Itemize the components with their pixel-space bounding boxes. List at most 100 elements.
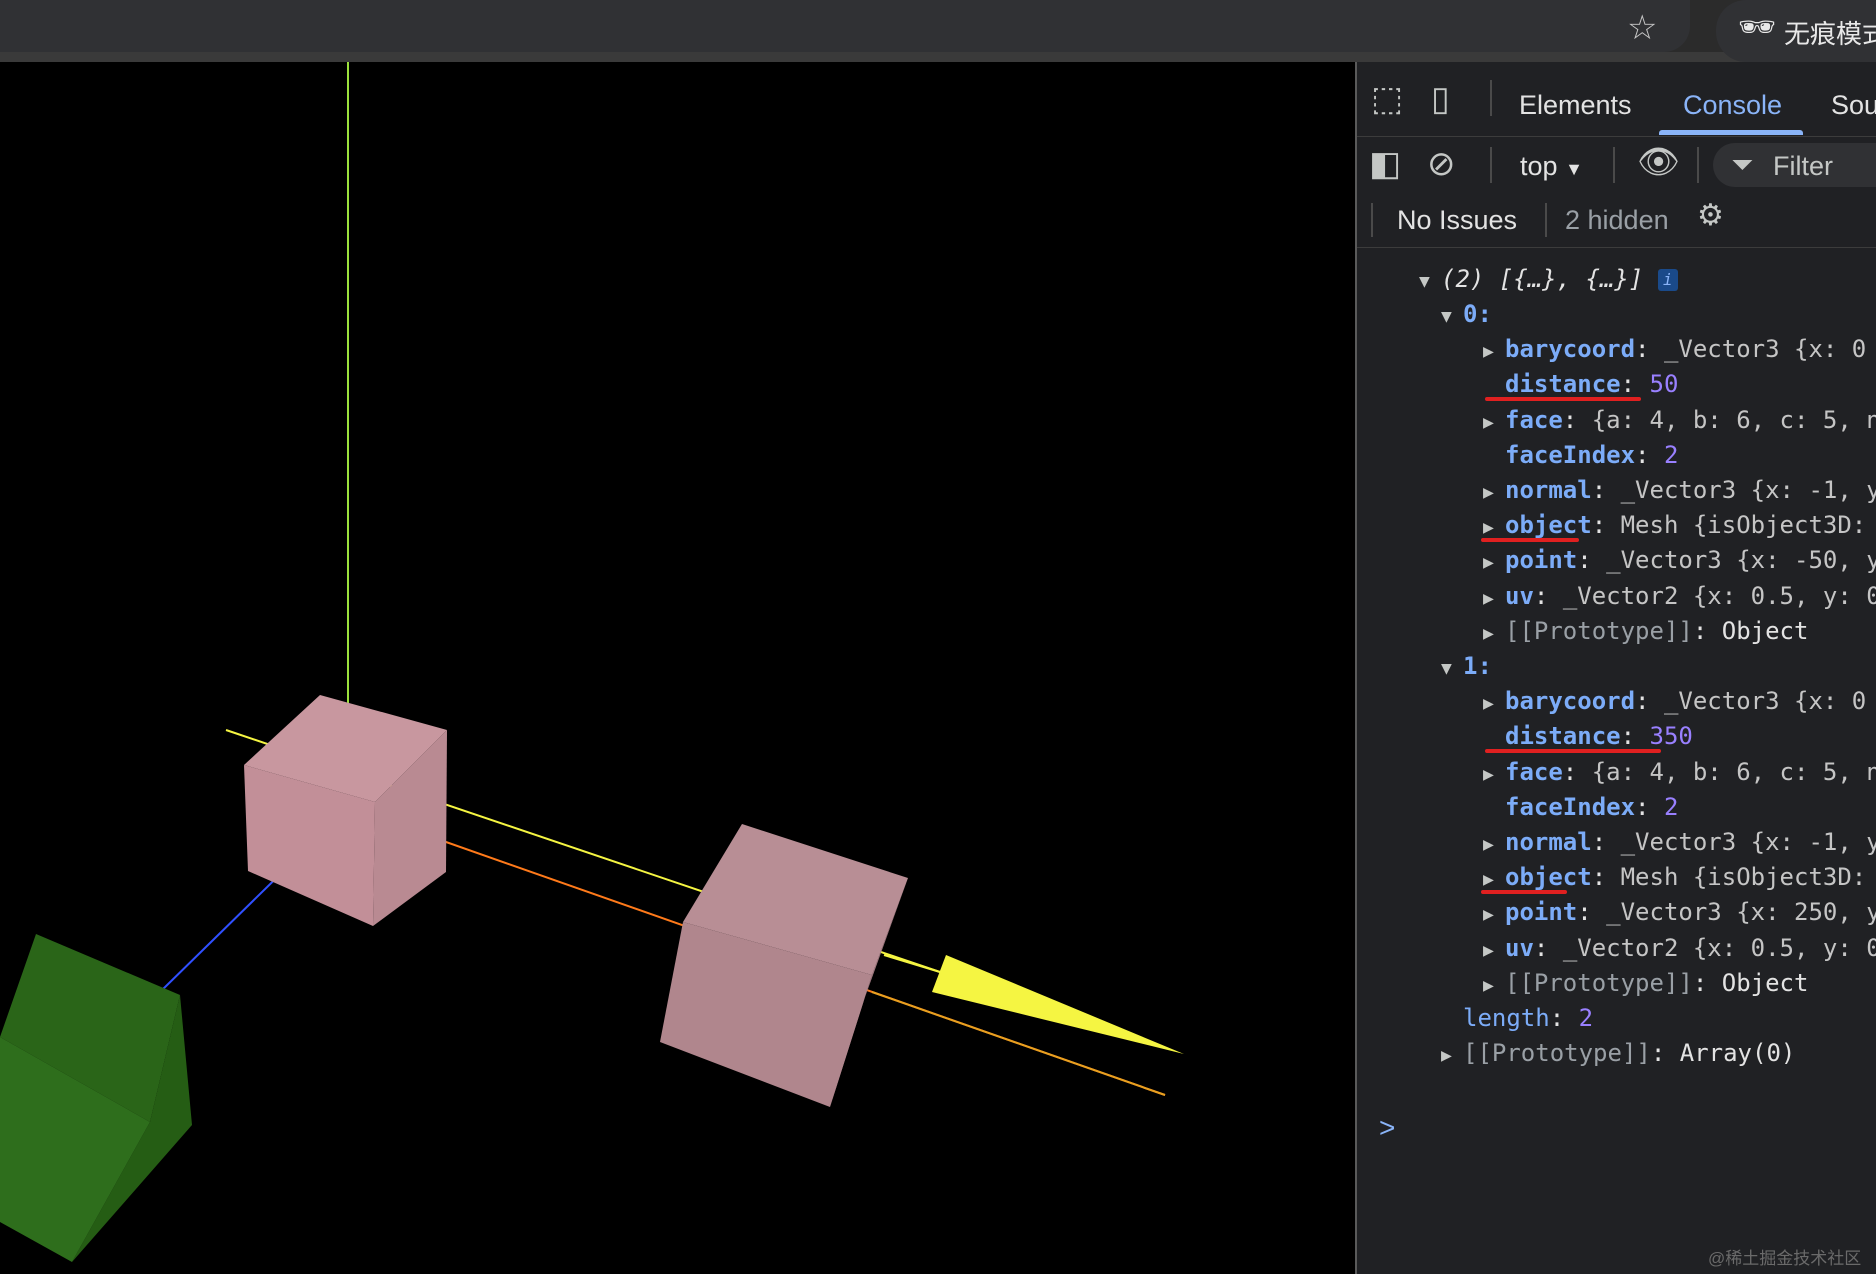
filter-input[interactable]: ⏷ Filter — [1713, 143, 1876, 187]
expand-triangle-icon[interactable]: ▶ — [1483, 758, 1505, 792]
info-icon[interactable]: i — [1657, 269, 1678, 291]
property-value: {a: 4, b: 6, c: 5, n — [1591, 757, 1876, 786]
expand-triangle-icon[interactable]: ▶ — [1483, 969, 1505, 1003]
property-key: point — [1505, 546, 1578, 575]
property-row[interactable]: ▶ object: Mesh {isObject3D: — [1483, 508, 1866, 542]
array-summary: (2) [{…}, {…}] — [1441, 265, 1644, 293]
prototype-key: [[Prototype]] — [1463, 1039, 1651, 1068]
property-value: Mesh {isObject3D: — [1620, 511, 1867, 540]
three-canvas[interactable] — [0, 62, 1355, 1274]
eye-icon[interactable]: 👁 — [1637, 145, 1680, 179]
expand-triangle-icon[interactable]: ▶ — [1483, 898, 1505, 932]
property-row[interactable]: ▶ point: _Vector3 {x: -50, y — [1483, 543, 1876, 577]
property-row[interactable]: ▶ object: Mesh {isObject3D: — [1483, 860, 1866, 894]
incognito-button[interactable]: 🕶 无痕模式 — [1716, 0, 1876, 62]
filter-icon: ⏷ — [1731, 149, 1754, 180]
collapse-triangle-icon[interactable]: ▼ — [1441, 300, 1463, 334]
collapse-triangle-icon[interactable]: ▼ — [1419, 265, 1441, 299]
devtools-panel: ⬚ ▯ Elements Console Sou ◧ ⊘ top ▼ 👁 ⏷ F… — [1357, 62, 1876, 1274]
property-row[interactable]: ▶ [[Prototype]]: Object — [1483, 966, 1808, 1000]
property-value: _Vector2 {x: 0.5, y: 0 — [1562, 581, 1876, 610]
property-value: {a: 4, b: 6, c: 5, n — [1591, 405, 1876, 434]
pink-cube-far — [660, 824, 908, 1107]
toolbar-separator — [1613, 147, 1615, 183]
tab-separator — [1490, 80, 1492, 116]
pink-cube-near — [244, 695, 447, 926]
clear-console-icon[interactable]: ⊘ — [1427, 147, 1456, 181]
sidebar-toggle-icon[interactable]: ◧ — [1369, 147, 1401, 181]
device-toolbar-icon[interactable]: ▯ — [1431, 82, 1450, 116]
property-value: 2 — [1663, 792, 1679, 821]
ray-line-front — [883, 954, 941, 973]
expand-triangle-icon[interactable]: ▶ — [1483, 617, 1505, 651]
property-row[interactable]: faceIndex: 2 — [1483, 790, 1678, 824]
red-underline-annotation — [1485, 397, 1641, 402]
expand-triangle-icon[interactable]: ▶ — [1483, 934, 1505, 968]
console-prompt[interactable]: > — [1379, 1112, 1395, 1144]
length-value: 2 — [1578, 1004, 1594, 1032]
expand-triangle-icon[interactable]: ▶ — [1483, 582, 1505, 616]
property-key: distance — [1505, 722, 1621, 751]
property-key: object — [1505, 863, 1592, 892]
tab-console[interactable]: Console — [1683, 90, 1782, 121]
property-key: uv — [1505, 581, 1534, 610]
address-bar[interactable] — [0, 0, 1690, 52]
expand-triangle-icon[interactable]: ▶ — [1441, 1039, 1463, 1073]
expand-triangle-icon[interactable]: ▶ — [1483, 406, 1505, 440]
expand-triangle-icon[interactable]: ▶ — [1483, 546, 1505, 580]
incognito-icon: 🕶 — [1738, 11, 1777, 44]
hidden-count[interactable]: 2 hidden — [1565, 205, 1669, 236]
property-key: point — [1505, 898, 1578, 927]
scene-svg — [0, 62, 1184, 1262]
issues-bar: No Issues 2 hidden ⚙ — [1357, 193, 1876, 248]
property-value: 2 — [1663, 440, 1679, 469]
inspect-element-icon[interactable]: ⬚ — [1371, 82, 1403, 116]
prototype-value: Array(0) — [1679, 1039, 1796, 1068]
browser-toolbar: ☆ 🕶 无痕模式 — [0, 0, 1876, 62]
property-row[interactable]: distance: 50 — [1483, 367, 1678, 401]
property-key: normal — [1505, 828, 1592, 856]
property-row[interactable]: distance: 350 — [1483, 719, 1693, 753]
property-value: _Vector2 {x: 0.5, y: 0 — [1562, 933, 1876, 962]
property-row[interactable]: ▶ face: {a: 4, b: 6, c: 5, n — [1483, 755, 1876, 789]
property-value: Mesh {isObject3D: — [1620, 863, 1867, 892]
property-value: _Vector3 {x: 250, y — [1606, 898, 1876, 927]
length-key: length — [1463, 1004, 1550, 1032]
red-underline-annotation — [1481, 538, 1579, 543]
gear-icon[interactable]: ⚙ — [1697, 201, 1724, 231]
property-row[interactable]: ▶ point: _Vector3 {x: 250, y — [1483, 895, 1876, 929]
array-item-index[interactable]: ▼ 0: — [1441, 297, 1492, 331]
property-row[interactable]: ▶ barycoord: _Vector3 {x: 0 — [1483, 332, 1866, 366]
property-row[interactable]: ▶ uv: _Vector2 {x: 0.5, y: 0 — [1483, 931, 1876, 965]
property-key: faceIndex — [1505, 440, 1636, 469]
tab-elements[interactable]: Elements — [1519, 90, 1632, 121]
star-icon[interactable]: ☆ — [1627, 8, 1657, 48]
property-key: [[Prototype]] — [1505, 968, 1693, 997]
property-row[interactable]: ▶ face: {a: 4, b: 6, c: 5, n — [1483, 403, 1876, 437]
filter-placeholder: Filter — [1773, 151, 1833, 181]
issues-label[interactable]: No Issues — [1397, 205, 1517, 236]
property-key: barycoord — [1505, 335, 1636, 364]
expand-triangle-icon[interactable]: ▶ — [1483, 335, 1505, 369]
property-row[interactable]: ▶ [[Prototype]]: Object — [1483, 614, 1808, 648]
array-summary-row[interactable]: ▼ (2) [{…}, {…}] i — [1419, 262, 1678, 296]
toolbar-separator — [1490, 147, 1492, 183]
expand-triangle-icon[interactable]: ▶ — [1483, 828, 1505, 862]
tab-sources[interactable]: Sou — [1831, 90, 1876, 121]
property-row[interactable]: ▶ uv: _Vector2 {x: 0.5, y: 0 — [1483, 579, 1876, 613]
property-row[interactable]: ▶ barycoord: _Vector3 {x: 0 — [1483, 684, 1866, 718]
array-prototype-row[interactable]: ▶ [[Prototype]]: Array(0) — [1441, 1036, 1795, 1070]
property-key: uv — [1505, 933, 1534, 962]
expand-triangle-icon[interactable]: ▶ — [1483, 476, 1505, 510]
length-row: length: 2 — [1463, 1004, 1594, 1032]
property-row[interactable]: ▶ normal: _Vector3 {x: -1, y — [1483, 473, 1876, 507]
red-underline-annotation — [1481, 890, 1567, 895]
toolbar-divider — [0, 52, 1876, 62]
array-item-index[interactable]: ▼ 1: — [1441, 649, 1492, 683]
collapse-triangle-icon[interactable]: ▼ — [1441, 652, 1463, 686]
property-row[interactable]: faceIndex: 2 — [1483, 438, 1678, 472]
property-row[interactable]: ▶ normal: _Vector3 {x: -1, y — [1483, 825, 1876, 859]
property-key: object — [1505, 511, 1592, 540]
expand-triangle-icon[interactable]: ▶ — [1483, 687, 1505, 721]
context-selector[interactable]: top ▼ — [1520, 151, 1583, 182]
